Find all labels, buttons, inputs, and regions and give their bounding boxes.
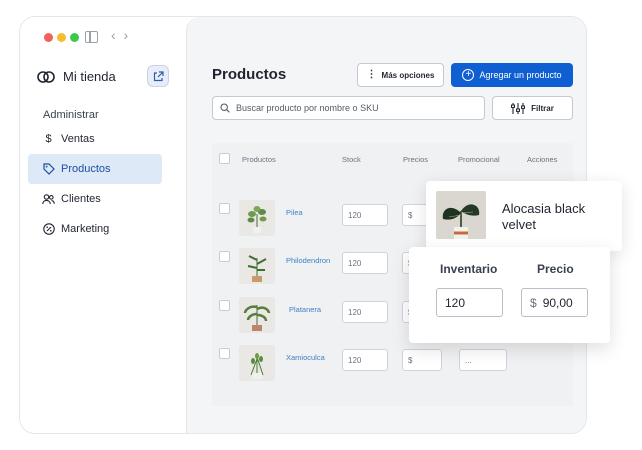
external-link-icon bbox=[153, 70, 164, 81]
inventory-value: 120 bbox=[445, 295, 466, 310]
percent-icon bbox=[42, 223, 55, 236]
filter-button[interactable]: Filtrar bbox=[492, 96, 573, 120]
back-forward-icon[interactable]: ‹ › bbox=[111, 27, 130, 43]
price-input[interactable]: $ bbox=[402, 349, 442, 371]
sidebar-item-label: Ventas bbox=[61, 133, 95, 145]
users-icon bbox=[42, 193, 55, 206]
product-name-link[interactable]: Platanera bbox=[289, 305, 321, 314]
column-header-stock: Stock bbox=[342, 155, 361, 164]
price-value: 90,00 bbox=[542, 295, 573, 310]
product-thumbnail bbox=[239, 297, 275, 333]
promo-input[interactable]: ... bbox=[459, 349, 507, 371]
price-label: Precio bbox=[537, 262, 574, 276]
product-preview-card: Alocasia black velvet bbox=[426, 181, 622, 251]
row-checkbox[interactable] bbox=[219, 348, 230, 359]
search-placeholder: Buscar producto por nombre o SKU bbox=[236, 103, 379, 113]
sidebar-item-label: Marketing bbox=[61, 223, 110, 235]
product-thumbnail bbox=[239, 248, 275, 284]
dollar-icon: $ bbox=[45, 133, 52, 145]
product-thumbnail bbox=[239, 345, 275, 381]
inventory-label: Inventario bbox=[440, 262, 498, 276]
add-product-button[interactable]: + Agregar un producto bbox=[451, 63, 573, 87]
store-logo-icon bbox=[37, 70, 55, 83]
sidebar-item-clientes[interactable]: Clientes bbox=[28, 184, 162, 214]
more-options-label: Más opciones bbox=[381, 70, 435, 80]
sidebar-item-label: Clientes bbox=[61, 193, 101, 205]
select-all-checkbox[interactable] bbox=[219, 153, 230, 164]
row-checkbox[interactable] bbox=[219, 203, 230, 214]
stock-input[interactable]: 120 bbox=[342, 204, 388, 226]
sidebar-toggle-icon[interactable] bbox=[85, 31, 98, 43]
sidebar-item-marketing[interactable]: Marketing bbox=[28, 214, 162, 244]
column-header-promocional: Promocional bbox=[458, 155, 500, 164]
stock-input[interactable]: 120 bbox=[342, 349, 388, 371]
section-label: Administrar bbox=[43, 109, 99, 121]
stock-input[interactable]: 120 bbox=[342, 301, 388, 323]
window-controls bbox=[44, 33, 79, 42]
table-header: Productos Stock Precios Promocional Acci… bbox=[212, 143, 573, 175]
more-vertical-icon: ⋮ bbox=[366, 69, 377, 80]
column-header-precios: Precios bbox=[403, 155, 429, 164]
stock-input[interactable]: 120 bbox=[342, 252, 388, 274]
sidebar-nav: $ Ventas Productos Clientes Marketing bbox=[28, 124, 162, 244]
close-window-button[interactable] bbox=[44, 33, 53, 42]
product-thumbnail bbox=[239, 200, 275, 236]
more-options-button[interactable]: ⋮ Más opciones bbox=[357, 63, 444, 87]
row-checkbox[interactable] bbox=[219, 300, 230, 311]
product-thumbnail bbox=[436, 191, 486, 239]
search-icon bbox=[220, 103, 230, 113]
product-name-link[interactable]: Pilea bbox=[286, 208, 303, 217]
tag-icon bbox=[42, 163, 55, 176]
store-name: Mi tienda bbox=[63, 69, 116, 84]
open-store-button[interactable] bbox=[147, 65, 169, 87]
table-row[interactable]: Xamioculca 120 $ ... bbox=[212, 345, 573, 393]
sidebar: ‹ › Mi tienda Administrar $ Ventas Produ… bbox=[20, 17, 186, 433]
product-preview-name: Alocasia black velvet bbox=[502, 201, 586, 232]
maximize-window-button[interactable] bbox=[70, 33, 79, 42]
column-header-productos: Productos bbox=[242, 155, 276, 164]
page-title: Productos bbox=[212, 66, 287, 83]
product-name-link[interactable]: Philodendron bbox=[286, 256, 330, 265]
column-header-acciones: Acciones bbox=[527, 155, 558, 164]
add-product-label: Agregar un producto bbox=[479, 70, 562, 80]
plus-circle-icon: + bbox=[462, 69, 475, 81]
sidebar-item-ventas[interactable]: $ Ventas bbox=[28, 124, 162, 154]
sidebar-item-productos[interactable]: Productos bbox=[28, 154, 162, 184]
search-input[interactable]: Buscar producto por nombre o SKU bbox=[212, 96, 485, 120]
currency-prefix: $ bbox=[530, 295, 537, 310]
store-header: Mi tienda bbox=[37, 69, 116, 84]
inventory-input[interactable]: 120 bbox=[436, 288, 503, 317]
filter-label: Filtrar bbox=[531, 103, 554, 113]
row-checkbox[interactable] bbox=[219, 251, 230, 262]
price-input[interactable]: $ 90,00 bbox=[521, 288, 588, 317]
product-name-link[interactable]: Xamioculca bbox=[286, 353, 325, 362]
quick-edit-card: Inventario Precio 120 $ 90,00 bbox=[409, 247, 610, 343]
minimize-window-button[interactable] bbox=[57, 33, 66, 42]
sidebar-item-label: Productos bbox=[61, 163, 111, 175]
sliders-icon bbox=[511, 102, 526, 114]
